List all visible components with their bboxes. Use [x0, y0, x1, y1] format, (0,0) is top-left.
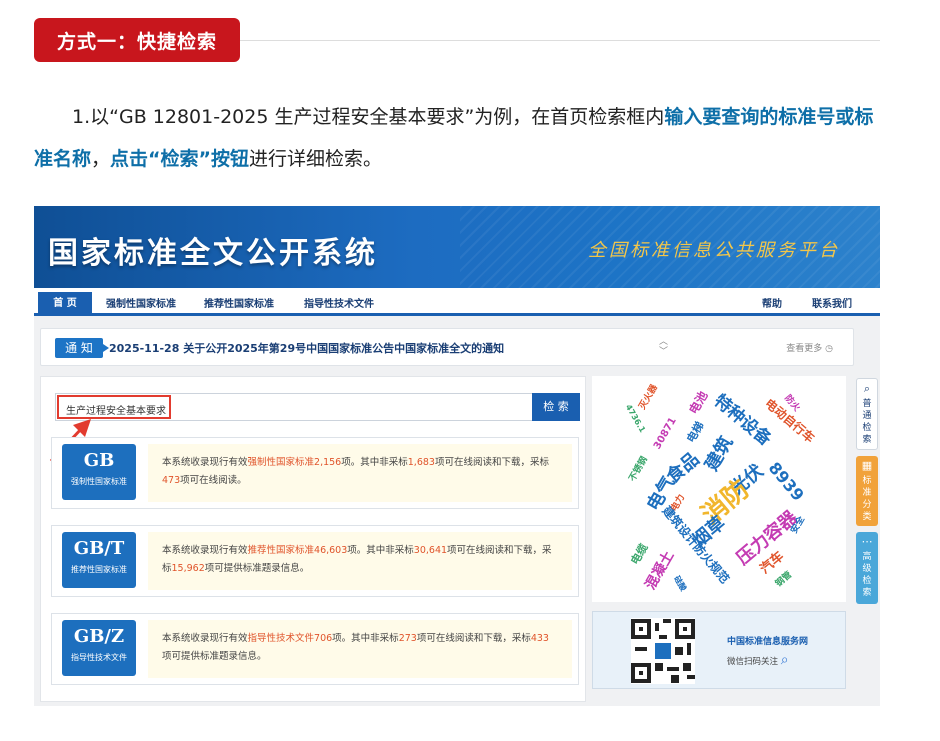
- tab-label: 普通检索: [862, 399, 872, 445]
- keyword[interactable]: 硅酸: [671, 574, 689, 593]
- intro-prefix: 1.以“GB 12801-2025 生产过程安全基本要求”为例，在首页检索框内: [72, 106, 665, 128]
- badge-name: 推荐性国家标准: [71, 565, 127, 574]
- nav-home[interactable]: 首 页: [38, 292, 92, 316]
- badge-name: 指导性技术文件: [71, 653, 127, 662]
- keyword[interactable]: 电缆: [627, 540, 652, 567]
- desc-count: 273: [398, 633, 417, 644]
- qr-panel: 中国标准信息服务网 微信扫码关注 ⌕: [592, 611, 846, 689]
- intro-comma: ，: [91, 148, 111, 170]
- badge-code: GB/T: [73, 538, 125, 559]
- desc-text: 本系统收录现行有效: [162, 457, 248, 468]
- desc-text: 项。其中非采标: [341, 457, 408, 468]
- nav-recommended[interactable]: 推荐性国家标准: [204, 295, 274, 310]
- desc-text: 项。其中非采标: [332, 633, 399, 644]
- desc-text: 项可提供标准题录信息。: [204, 563, 310, 574]
- qr-title: 中国标准信息服务网: [727, 637, 809, 647]
- badge-code: GB: [83, 450, 115, 471]
- desc-text: 项可在线阅读和下载，采标: [434, 457, 549, 468]
- desc-count: 706: [314, 633, 333, 644]
- method-heading: 方式一：快捷检索: [34, 18, 240, 62]
- main-nav: 首 页 强制性国家标准 推荐性国家标准 指导性技术文件 帮助 联系我们: [34, 288, 880, 316]
- clock-icon: ◷: [825, 344, 833, 354]
- heading-divider: [240, 40, 880, 41]
- collection-card-gbz: GB/Z 指导性技术文件 本系统收录现行有效指导性技术文件706项。其中非采标2…: [51, 613, 579, 685]
- desc-text: 项。其中非采标: [347, 545, 414, 556]
- notice-tag: 通 知: [55, 338, 109, 358]
- desc-text: 本系统收录现行有效: [162, 633, 248, 644]
- keyword[interactable]: 电池: [685, 388, 712, 417]
- card-description: 本系统收录现行有效指导性技术文件706项。其中非采标273项可在线阅读和下载，采…: [148, 620, 572, 678]
- magnifier-icon: ⌕: [780, 652, 789, 668]
- nav-guidance[interactable]: 指导性技术文件: [304, 295, 374, 310]
- search-panel: 生产过程安全基本要求 检 索 GB 强制性国家标准 本系统收录现行有效强制性国家…: [40, 376, 586, 702]
- badge-name: 强制性国家标准: [71, 477, 127, 486]
- card-description: 本系统收录现行有效强制性国家标准2,156项。其中非采标1,683项可在线阅读和…: [148, 444, 572, 502]
- tab-label: 标准分类: [862, 476, 872, 522]
- gb-badge[interactable]: GB 强制性国家标准: [62, 444, 136, 500]
- collection-card-gbt: GB/T 推荐性国家标准 本系统收录现行有效推荐性国家标准46,603项。其中非…: [51, 525, 579, 597]
- nav-contact[interactable]: 联系我们: [812, 295, 852, 310]
- desc-count: 30,641: [413, 545, 448, 556]
- intro-highlight-click: 点击“检索”按钮: [110, 148, 250, 170]
- collection-card-gb: GB 强制性国家标准 本系统收录现行有效强制性国家标准2,156项。其中非采标1…: [51, 437, 579, 509]
- search-icon: ⌕: [863, 382, 871, 395]
- gbz-badge[interactable]: GB/Z 指导性技术文件: [62, 620, 136, 676]
- desc-count: 2,156: [314, 457, 342, 468]
- intro-suffix: 进行详细检索。: [249, 148, 383, 170]
- gbt-badge[interactable]: GB/T 推荐性国家标准: [62, 532, 136, 588]
- site-title: 国家标准全文公开系统: [48, 236, 378, 271]
- keyword[interactable]: 不锈钢: [625, 454, 650, 483]
- more-icon: ⋯: [861, 535, 873, 548]
- card-description: 本系统收录现行有效推荐性国家标准46,603项。其中非采标30,641项可在线阅…: [148, 532, 572, 590]
- desc-count: 473: [162, 475, 181, 486]
- notice-more-label: 查看更多: [786, 344, 823, 354]
- tab-label: 高级检索: [862, 552, 872, 598]
- badge-code: GB/Z: [73, 626, 125, 647]
- site-banner: 国家标准全文公开系统 全国标准信息公共服务平台: [34, 206, 880, 288]
- keyword[interactable]: 8939: [765, 458, 808, 504]
- qr-subtitle-text: 微信扫码关注: [727, 657, 779, 667]
- keyword[interactable]: 钢管: [772, 568, 794, 589]
- desc-link[interactable]: 指导性技术文件: [248, 633, 315, 644]
- desc-text: 本系统收录现行有效: [162, 545, 248, 556]
- desc-count: 15,962: [171, 563, 205, 574]
- desc-count: 1,683: [407, 457, 435, 468]
- notice-scroll-icon[interactable]: ︿ ﹀: [659, 337, 668, 357]
- notice-bar: 通 知 2025-11-28 关于公开2025年第29号中国国家标准公告中国家标…: [40, 328, 854, 366]
- desc-link[interactable]: 强制性国家标准: [248, 457, 315, 468]
- intro-paragraph: 1.以“GB 12801-2025 生产过程安全基本要求”为例，在首页检索框内输…: [34, 96, 884, 180]
- desc-text: 项可提供标准题录信息。: [162, 651, 267, 662]
- desc-count: 46,603: [314, 545, 348, 556]
- notice-link[interactable]: 2025-11-28 关于公开2025年第29号中国国家标准公告中国家标准全文的…: [109, 340, 504, 356]
- tab-category[interactable]: ▦ 标准分类: [856, 456, 878, 526]
- desc-text: 项可在线阅读和下载，采标: [416, 633, 531, 644]
- hot-keywords-cloud: 灭火器 电池 特种设备 电动自行车 防火 4736.1 30871 电梯 建筑 …: [592, 376, 846, 602]
- keyword[interactable]: 电梯: [683, 418, 708, 445]
- tab-basic-search[interactable]: ⌕ 普通检索: [856, 378, 878, 450]
- keyword[interactable]: 灭火器: [635, 382, 660, 411]
- nav-help[interactable]: 帮助: [762, 295, 782, 310]
- notice-more-link[interactable]: 查看更多 ◷: [786, 341, 833, 354]
- site-screenshot: 国家标准全文公开系统 全国标准信息公共服务平台 首 页 强制性国家标准 推荐性国…: [34, 206, 880, 706]
- nav-mandatory[interactable]: 强制性国家标准: [106, 295, 176, 310]
- tab-advanced-search[interactable]: ⋯ 高级检索: [856, 532, 878, 604]
- qr-subtitle: 微信扫码关注 ⌕: [727, 652, 789, 668]
- site-subtitle: 全国标准信息公共服务平台: [588, 240, 840, 261]
- desc-link[interactable]: 推荐性国家标准: [248, 545, 315, 556]
- qr-code: [631, 618, 695, 684]
- search-button[interactable]: 检 索: [532, 393, 580, 421]
- grid-icon: ▦: [861, 459, 873, 472]
- desc-count: 433: [530, 633, 549, 644]
- keyword[interactable]: 30871: [652, 416, 679, 452]
- keyword[interactable]: 建筑: [698, 431, 739, 475]
- desc-text: 项可在线阅读。: [180, 475, 247, 486]
